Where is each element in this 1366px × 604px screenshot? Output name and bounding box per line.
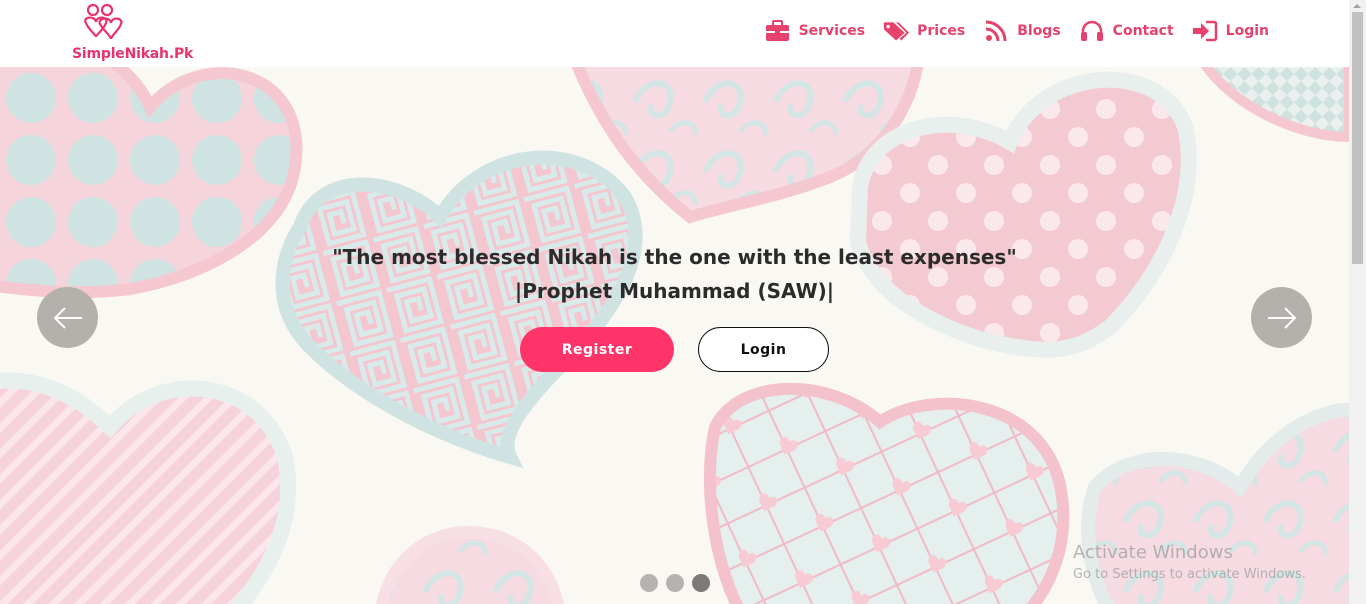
- site-logo[interactable]: SimpleNikah.Pk: [70, 3, 200, 63]
- hero-login-button[interactable]: Login: [698, 327, 829, 372]
- nav-contact-label: Contact: [1112, 23, 1174, 39]
- quote-text: "The most blessed Nikah is the one with …: [332, 245, 1017, 269]
- quote-attribution: |Prophet Muhammad (SAW)|: [514, 279, 835, 303]
- hero-quote: "The most blessed Nikah is the one with …: [0, 240, 1349, 308]
- nav-blogs-label: Blogs: [1017, 23, 1061, 39]
- nav-contact[interactable]: Contact: [1079, 18, 1174, 44]
- briefcase-icon: [765, 18, 791, 44]
- arrow-right-icon: [1267, 306, 1296, 329]
- nav-login[interactable]: Login: [1192, 18, 1269, 44]
- slider-dot-2[interactable]: [666, 574, 684, 592]
- nav-prices[interactable]: Prices: [883, 18, 965, 44]
- scrollbar-thumb[interactable]: [1352, 12, 1363, 264]
- headphones-icon: [1079, 18, 1105, 44]
- windows-activation-watermark: Activate Windows Go to Settings to activ…: [1073, 542, 1306, 582]
- couple-hearts-logo-icon: [84, 3, 123, 40]
- hearts-background-pattern: [0, 67, 1349, 604]
- slider-prev-button[interactable]: [37, 287, 98, 348]
- page-scrollbar[interactable]: [1349, 0, 1366, 604]
- sign-in-icon: [1192, 18, 1218, 44]
- nav-services[interactable]: Services: [765, 18, 866, 44]
- nav-blogs[interactable]: Blogs: [983, 18, 1061, 44]
- slider-dot-1[interactable]: [640, 574, 658, 592]
- watermark-title: Activate Windows: [1073, 542, 1233, 563]
- register-button[interactable]: Register: [520, 327, 674, 372]
- tags-icon: [883, 18, 910, 44]
- logo-text: SimpleNikah.Pk: [72, 46, 194, 62]
- nav-services-label: Services: [798, 23, 866, 39]
- slider-dot-3[interactable]: [692, 574, 710, 592]
- slider-indicators: [640, 574, 718, 592]
- site-header: SimpleNikah.Pk Services Prices Blogs Con…: [0, 0, 1349, 67]
- scroll-up-arrow-icon[interactable]: [1353, 4, 1361, 8]
- hero-slider: "The most blessed Nikah is the one with …: [0, 67, 1349, 604]
- main-nav: Services Prices Blogs Contact Login: [747, 18, 1269, 44]
- nav-login-label: Login: [1225, 23, 1269, 39]
- nav-prices-label: Prices: [917, 23, 966, 39]
- arrow-left-icon: [53, 306, 82, 329]
- slider-next-button[interactable]: [1251, 287, 1312, 348]
- watermark-subtitle: Go to Settings to activate Windows.: [1073, 567, 1306, 582]
- rss-feed-icon: [983, 18, 1009, 44]
